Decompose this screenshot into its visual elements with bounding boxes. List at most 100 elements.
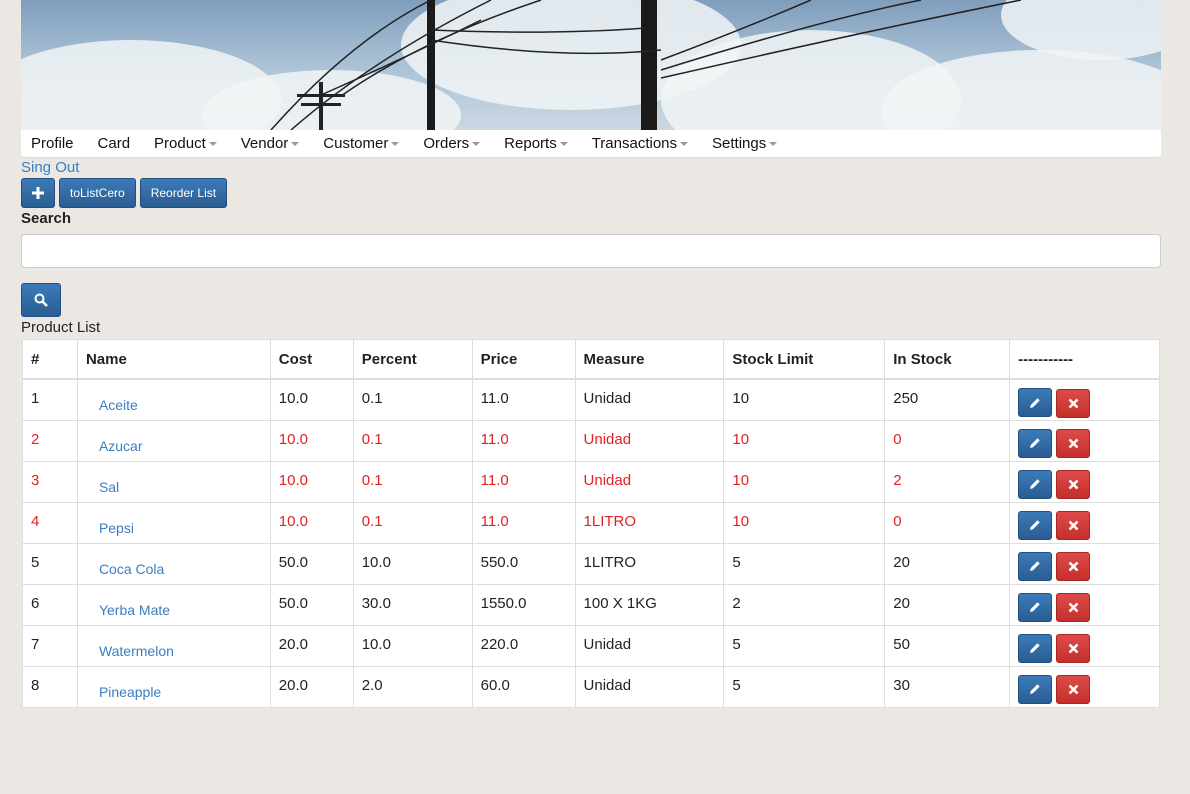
nav-vendor-dropdown[interactable]: Vendor xyxy=(231,135,310,152)
column-header-actions: ----------- xyxy=(1009,339,1160,380)
delete-button[interactable] xyxy=(1056,388,1091,418)
nav-card[interactable]: Card xyxy=(88,135,141,152)
table-row: 6 Yerba Mate 50.0 30.0 1550.0 100 X 1KG 2 20 xyxy=(22,583,1160,626)
cell-number: 1 xyxy=(22,378,78,421)
product-name-link[interactable]: Pineapple xyxy=(76,665,271,708)
table-row: 7 Watermelon 20.0 10.0 220.0 Unidad 5 50 xyxy=(22,624,1160,667)
cell-stock-limit: 10 xyxy=(723,419,886,462)
edit-button[interactable] xyxy=(1018,633,1053,663)
edit-button[interactable] xyxy=(1018,551,1053,581)
cell-percent: 0.1 xyxy=(352,378,473,421)
power-lines-illustration xyxy=(270,0,1022,130)
cell-stock-limit: 5 xyxy=(723,542,886,585)
cell-cost: 10.0 xyxy=(269,378,354,421)
table-row: 8 Pineapple 20.0 2.0 60.0 Unidad 5 30 xyxy=(22,665,1160,708)
caret-down-icon xyxy=(559,142,568,147)
product-name-link[interactable]: Watermelon xyxy=(76,624,271,667)
table-header-row: # Name Cost Percent Price Measure Stock … xyxy=(22,339,1160,380)
delete-button[interactable] xyxy=(1056,470,1091,499)
nav-transactions-dropdown[interactable]: Transactions xyxy=(582,135,698,152)
pencil-icon xyxy=(1030,397,1040,408)
column-header-name: Name xyxy=(76,339,271,380)
cell-measure: 1LITRO xyxy=(574,542,725,585)
cell-price: 220.0 xyxy=(471,624,576,667)
delete-button[interactable] xyxy=(1056,429,1091,458)
edit-button[interactable] xyxy=(1018,592,1053,622)
search-button[interactable] xyxy=(21,283,61,317)
edit-button[interactable] xyxy=(1018,510,1053,540)
product-name-link[interactable]: Aceite xyxy=(76,378,271,421)
edit-button[interactable] xyxy=(1018,674,1053,704)
cell-number: 2 xyxy=(22,419,78,462)
cell-in-stock: 30 xyxy=(884,665,1011,708)
nav-product-dropdown[interactable]: Product xyxy=(144,135,227,152)
delete-button[interactable] xyxy=(1056,552,1091,581)
cell-number: 7 xyxy=(22,624,78,667)
row-actions xyxy=(1009,542,1160,585)
close-icon xyxy=(1068,561,1079,572)
close-icon xyxy=(1068,602,1079,613)
close-icon xyxy=(1068,643,1079,654)
column-header-price: Price xyxy=(471,339,576,380)
delete-button[interactable] xyxy=(1056,634,1091,663)
nav-customer-dropdown[interactable]: Customer xyxy=(313,135,409,152)
close-icon xyxy=(1068,438,1079,449)
cell-in-stock: 20 xyxy=(884,542,1011,585)
close-icon xyxy=(1068,479,1079,490)
product-name-link[interactable]: Yerba Mate xyxy=(76,583,271,626)
nav-profile[interactable]: Profile xyxy=(21,135,84,152)
product-name-link[interactable]: Azucar xyxy=(76,419,271,462)
product-name-link[interactable]: Coca Cola xyxy=(76,542,271,585)
pencil-icon xyxy=(1030,438,1040,448)
toolbar: toListCero Reorder List xyxy=(21,178,228,208)
to-list-cero-button[interactable]: toListCero xyxy=(59,178,136,208)
pencil-icon xyxy=(1030,602,1040,612)
edit-button[interactable] xyxy=(1018,388,1053,417)
cell-measure: Unidad xyxy=(574,665,725,708)
caret-down-icon xyxy=(680,142,689,147)
edit-button[interactable] xyxy=(1018,428,1053,458)
table-row: 5 Coca Cola 50.0 10.0 550.0 1LITRO 5 20 xyxy=(22,542,1160,585)
cell-measure: Unidad xyxy=(574,378,725,421)
cell-price: 11.0 xyxy=(471,501,576,544)
cell-in-stock: 250 xyxy=(884,378,1011,421)
sign-out-link[interactable]: Sing Out xyxy=(21,159,79,176)
delete-button[interactable] xyxy=(1056,511,1091,540)
cell-stock-limit: 5 xyxy=(723,665,886,708)
caret-down-icon xyxy=(391,142,400,147)
cell-measure: Unidad xyxy=(574,419,725,462)
row-actions xyxy=(1009,583,1160,626)
row-actions xyxy=(1009,460,1160,503)
pencil-icon xyxy=(1030,479,1040,489)
column-header-stock-limit: Stock Limit xyxy=(723,339,886,380)
edit-button[interactable] xyxy=(1018,469,1053,499)
cell-in-stock: 0 xyxy=(884,419,1011,462)
search-input[interactable] xyxy=(21,234,1161,268)
cell-number: 8 xyxy=(22,665,78,708)
product-table: # Name Cost Percent Price Measure Stock … xyxy=(22,339,1160,708)
pencil-icon xyxy=(1030,561,1040,571)
nav-orders-dropdown[interactable]: Orders xyxy=(413,135,490,152)
add-product-button[interactable] xyxy=(21,178,55,208)
nav-settings-dropdown[interactable]: Settings xyxy=(702,135,787,152)
column-header-measure: Measure xyxy=(574,339,725,380)
caret-down-icon xyxy=(291,142,300,147)
nav-reports-dropdown[interactable]: Reports xyxy=(494,135,578,152)
product-name-link[interactable]: Sal xyxy=(76,460,271,503)
pencil-icon xyxy=(1030,684,1040,694)
reorder-list-button[interactable]: Reorder List xyxy=(139,178,228,208)
cell-in-stock: 2 xyxy=(884,460,1011,503)
product-name-link[interactable]: Pepsi xyxy=(76,501,271,544)
table-row: 4 Pepsi 10.0 0.1 11.0 1LITRO 10 0 xyxy=(22,501,1160,544)
cell-stock-limit: 5 xyxy=(723,624,886,667)
cell-price: 1550.0 xyxy=(471,583,576,626)
row-actions xyxy=(1009,501,1160,544)
delete-button[interactable] xyxy=(1056,675,1091,704)
row-actions xyxy=(1009,419,1160,462)
cell-number: 4 xyxy=(22,501,78,544)
cell-in-stock: 0 xyxy=(884,501,1011,544)
delete-button[interactable] xyxy=(1056,593,1091,622)
cell-price: 11.0 xyxy=(471,419,576,462)
cell-price: 11.0 xyxy=(471,378,576,421)
cell-measure: 100 X 1KG xyxy=(574,583,725,626)
